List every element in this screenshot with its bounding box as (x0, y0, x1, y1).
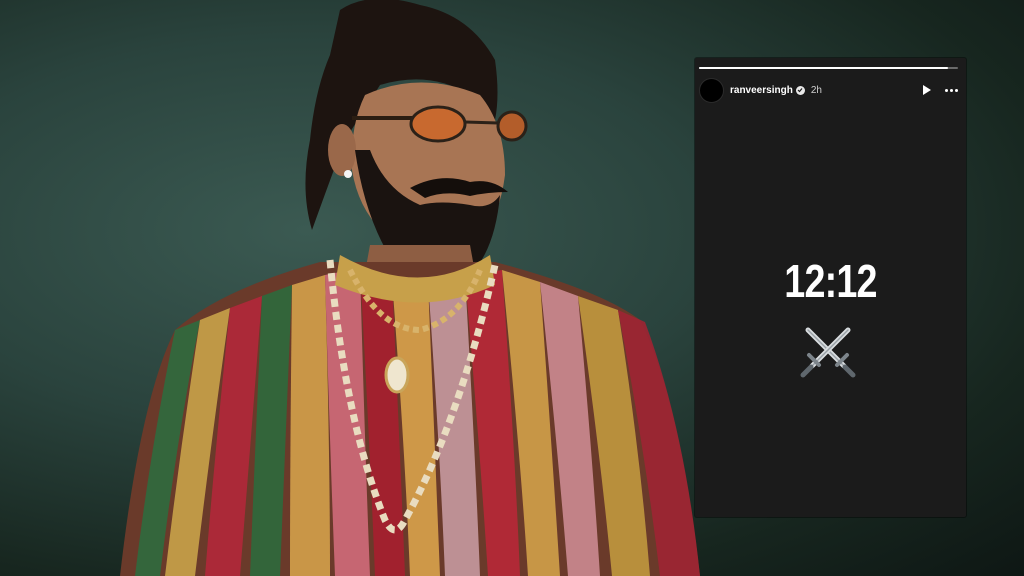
story-timestamp: 2h (810, 84, 822, 96)
username[interactable]: ranveersingh (730, 85, 793, 96)
story-progress-fill (699, 67, 948, 69)
story-progress-bar (699, 67, 958, 69)
play-icon[interactable] (923, 85, 931, 95)
story-header: ranveersingh 2h (699, 77, 958, 103)
story-text: 12:12 (784, 255, 877, 307)
crossed-swords-icon (800, 327, 856, 378)
instagram-story-card: ranveersingh 2h 12:12 (695, 58, 966, 517)
avatar[interactable] (699, 77, 724, 103)
more-options-icon[interactable] (945, 88, 958, 92)
verified-badge-icon (795, 85, 805, 95)
